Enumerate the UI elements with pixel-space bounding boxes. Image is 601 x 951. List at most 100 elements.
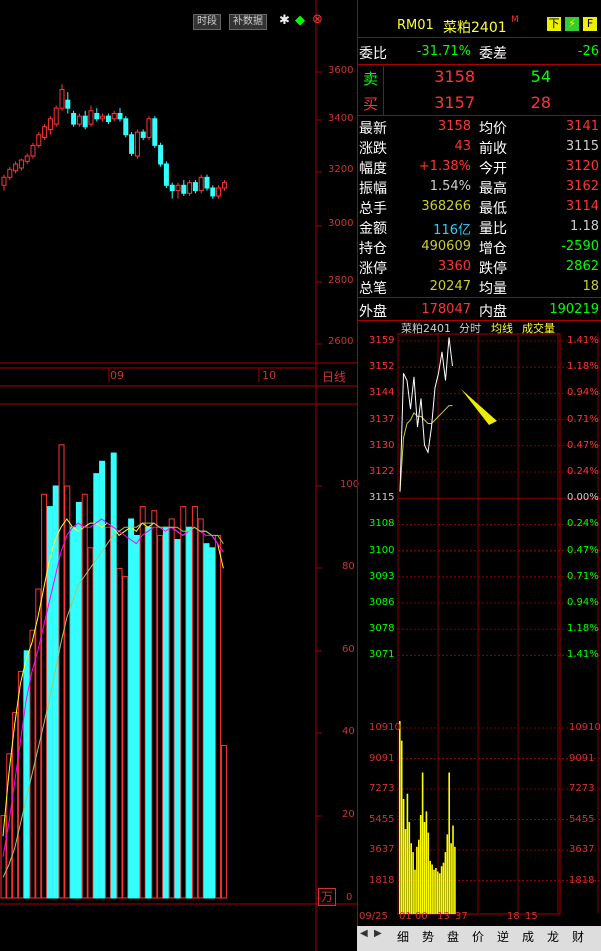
price-tick: 3086 [369, 597, 395, 608]
pct-tick: 1.18% [567, 361, 599, 373]
volume-bar [12, 712, 19, 899]
volume-bar [35, 588, 42, 899]
kline-panel[interactable]: 时段 补数据 ✱ ◆ ⊗ 3600 3400 3200 3000 2800 26… [0, 0, 359, 951]
candle-body [76, 115, 82, 125]
quote-value: 20247 [429, 279, 471, 294]
diamond-icon[interactable]: ◆ [295, 13, 305, 28]
candle-body [216, 187, 222, 197]
quote-row: 涨跌 43 前收 3115 [357, 137, 601, 157]
date-label: 09 [110, 369, 124, 382]
quote-label: 持仓 [359, 241, 387, 257]
quote-value: 3141 [565, 119, 599, 134]
vol-tick: 5455 [369, 813, 395, 825]
volume-bar [93, 473, 100, 899]
tab-item[interactable]: 细 [397, 928, 409, 948]
tab-item[interactable]: 势 [422, 928, 434, 948]
quote-label: 涨停 [359, 261, 387, 277]
volume-bar [64, 485, 71, 899]
pct-tick: 0.24% [567, 518, 599, 530]
quote-label: 最高 [479, 181, 507, 197]
vol-bar [402, 799, 405, 914]
settings-icon[interactable]: ✱ [279, 13, 290, 28]
vol-bar [433, 869, 435, 914]
pct-tick: 1.41% [567, 335, 599, 346]
vol-tick: 5455 [569, 813, 595, 825]
vol-bar [423, 822, 426, 914]
vol-bar [416, 846, 418, 914]
volume-bar [58, 444, 65, 899]
quote-value: 2862 [565, 259, 599, 274]
contract-code: RM01 [397, 18, 434, 33]
inner-outer-row: 外盘 178047 内盘 190219 [357, 300, 601, 320]
volume-bar [110, 452, 117, 899]
f-button[interactable]: F [583, 17, 597, 31]
candle-body [204, 176, 210, 189]
close-icon[interactable]: ⊗ [312, 12, 323, 27]
candle-body [210, 187, 216, 197]
tab-next-icon[interactable]: ▶ [374, 928, 382, 939]
tab-item[interactable]: 成 [522, 928, 534, 948]
candle-body [105, 115, 111, 122]
tab-item[interactable]: 价 [472, 928, 484, 948]
time-tick: 09/25 [359, 911, 388, 922]
quote-row: 幅度 +1.38% 今开 3120 [357, 157, 601, 177]
volume-bar [203, 543, 210, 899]
contract-flag: M [511, 15, 519, 25]
price-tick: 3115 [369, 492, 395, 504]
candle-body [36, 134, 42, 146]
quote-value: 18 [582, 279, 599, 294]
sell-price: 3158 [434, 67, 475, 86]
contract-name: 菜粕2401 [443, 20, 507, 36]
inner-label: 内盘 [479, 304, 507, 320]
candle-body [18, 159, 24, 169]
candle-body [134, 131, 140, 157]
quote-details: 最新 3158 均价 3141 涨跌 43 前收 3115 幅度 +1.38% 今开 3120 振幅 1.… [357, 117, 601, 297]
quote-value: 116亿 [433, 223, 471, 238]
candle-body [24, 155, 30, 162]
fill-data-button[interactable]: 补数据 [229, 14, 267, 30]
quote-row: 振幅 1.54% 最高 3162 [357, 177, 601, 197]
quote-label: 总笔 [359, 281, 387, 297]
vol-bar [442, 862, 445, 914]
quote-value: 3120 [565, 159, 599, 174]
quote-row: 最新 3158 均价 3141 [357, 117, 601, 137]
pct-tick: 0.24% [567, 466, 599, 477]
tab-item[interactable]: 龙 [547, 928, 559, 948]
vol-tick: 3637 [569, 844, 595, 855]
price-tick: 3078 [369, 623, 395, 635]
candle-body [88, 110, 94, 125]
tab-item[interactable]: 盘 [447, 928, 459, 948]
candle-body [47, 118, 53, 130]
period-label[interactable]: 日线 [322, 368, 346, 385]
tab-item[interactable]: 财 [572, 928, 584, 948]
vol-bar [404, 829, 407, 914]
kline-chart[interactable] [0, 0, 357, 951]
candle-body [123, 118, 129, 136]
candle-body [146, 118, 152, 138]
down-button[interactable]: 下 [547, 17, 561, 31]
candle-body [7, 168, 13, 178]
time-tick: 01 [399, 911, 412, 922]
period-button[interactable]: 时段 [193, 14, 221, 30]
vol-bar [419, 814, 422, 914]
vol-bar [452, 825, 454, 914]
vol-tick: 1818 [569, 874, 595, 886]
price-tick: 3100 [369, 544, 395, 556]
price-tick: 3093 [369, 570, 395, 582]
quote-value: +1.38% [418, 159, 471, 174]
pct-tick: 0.47% [567, 439, 599, 451]
lightning-icon[interactable]: ⚡ [565, 17, 579, 31]
pct-tick: 0.00% [567, 492, 599, 504]
volume-bar [139, 506, 146, 899]
vol-bar [440, 866, 443, 914]
vol-bar [414, 869, 416, 914]
vol-bar [412, 852, 414, 914]
tab-item[interactable]: 逆 [497, 928, 509, 948]
vol-tick: 3637 [369, 844, 395, 855]
order-book: 卖 3158 54 买 3157 28 [357, 66, 601, 116]
vol-bar [438, 873, 441, 914]
pct-tick: 0.94% [567, 387, 599, 399]
volume-bar [128, 518, 135, 899]
quote-row: 总笔 20247 均量 18 [357, 277, 601, 297]
tab-prev-icon[interactable]: ◀ [360, 928, 368, 939]
